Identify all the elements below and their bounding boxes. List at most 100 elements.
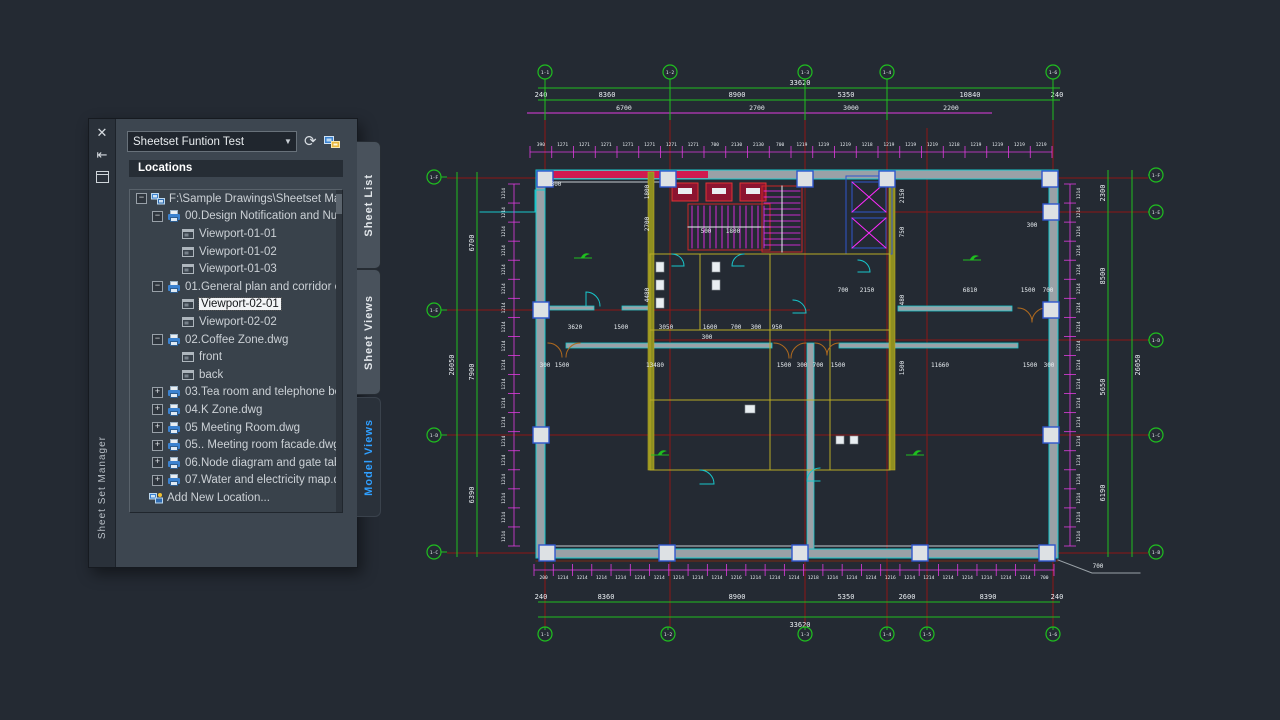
- tab-model-views[interactable]: Model Views: [357, 397, 381, 517]
- properties-icon[interactable]: [96, 171, 109, 183]
- svg-text:33620: 33620: [789, 79, 810, 87]
- svg-text:1214: 1214: [711, 575, 722, 581]
- tree-item[interactable]: +04.K Zone.dwg: [130, 401, 342, 419]
- svg-text:8390: 8390: [980, 593, 997, 601]
- tree-item[interactable]: +05 Meeting Room.dwg: [130, 419, 342, 437]
- tree-item-label: 00.Design Notification and Nur: [185, 210, 341, 222]
- tree-item[interactable]: Viewport-01-02: [130, 243, 342, 261]
- svg-text:1214: 1214: [557, 575, 568, 581]
- svg-text:6390: 6390: [468, 487, 476, 504]
- svg-text:700: 700: [776, 142, 785, 148]
- expand-icon[interactable]: +: [152, 457, 163, 468]
- svg-text:7900: 7900: [468, 364, 476, 381]
- import-sheetset-icon[interactable]: [324, 135, 340, 149]
- svg-text:1216: 1216: [731, 575, 742, 581]
- svg-text:6700: 6700: [616, 104, 632, 112]
- tree-item[interactable]: front: [130, 348, 342, 366]
- svg-text:300: 300: [1044, 362, 1055, 369]
- svg-text:1800: 1800: [644, 184, 651, 199]
- svg-text:1219: 1219: [1014, 142, 1025, 148]
- svg-text:6810: 6810: [963, 287, 978, 294]
- svg-text:700: 700: [1093, 563, 1104, 570]
- svg-text:1218: 1218: [808, 575, 819, 581]
- expand-icon[interactable]: +: [152, 440, 163, 451]
- sheet-icon: [167, 439, 181, 451]
- svg-text:1214: 1214: [1076, 264, 1082, 275]
- tree-item[interactable]: +05.. Meeting room facade.dwg: [130, 436, 342, 454]
- tree-item[interactable]: +07.Water and electricity map.d: [130, 472, 342, 490]
- chevron-down-icon[interactable]: ▼: [280, 137, 296, 146]
- tree-item[interactable]: back: [130, 366, 342, 384]
- svg-text:1214: 1214: [1076, 512, 1082, 523]
- tab-sheet-list[interactable]: Sheet List: [357, 141, 381, 269]
- tree-scrollbar-thumb[interactable]: [336, 194, 342, 214]
- collapse-icon[interactable]: −: [152, 211, 163, 222]
- svg-text:1271: 1271: [622, 142, 633, 148]
- sheetset-select-value: Sheetset Funtion Test: [128, 136, 280, 148]
- svg-text:1271: 1271: [644, 142, 655, 148]
- tree-item[interactable]: −01.General plan and corridor e: [130, 278, 342, 296]
- svg-text:950: 950: [772, 324, 783, 331]
- svg-text:200: 200: [539, 575, 548, 581]
- svg-text:1500: 1500: [777, 362, 792, 369]
- svg-text:300: 300: [540, 362, 551, 369]
- auto-hide-icon[interactable]: ⇤: [94, 147, 110, 163]
- svg-text:390: 390: [537, 142, 546, 148]
- svg-text:1214: 1214: [501, 493, 507, 504]
- collapse-icon[interactable]: −: [152, 281, 163, 292]
- svg-text:1-F: 1-F: [430, 175, 439, 181]
- svg-text:1500: 1500: [831, 362, 846, 369]
- tree-item[interactable]: − 00.Design Notification and Nur: [130, 208, 342, 226]
- collapse-icon[interactable]: −: [152, 334, 163, 345]
- expand-icon[interactable]: +: [152, 404, 163, 415]
- svg-text:1-3: 1-3: [801, 70, 810, 76]
- expand-icon[interactable]: +: [152, 475, 163, 486]
- svg-text:1214: 1214: [1076, 531, 1082, 542]
- tree-item[interactable]: −F:\Sample Drawings\Sheetset Mar: [130, 190, 342, 208]
- entrance-canopy: [480, 190, 545, 212]
- svg-text:1214: 1214: [1076, 397, 1082, 408]
- expand-icon[interactable]: +: [152, 387, 163, 398]
- tree-scrollbar[interactable]: [336, 190, 342, 512]
- tree-item[interactable]: Viewport-01-01: [130, 225, 342, 243]
- svg-text:1500: 1500: [1023, 362, 1038, 369]
- tree-item-label: 02.Coffee Zone.dwg: [185, 334, 288, 346]
- tree-item[interactable]: Add New Location...: [130, 489, 342, 507]
- viewport-icon: [181, 246, 195, 258]
- tree-item-label: 06.Node diagram and gate tab: [185, 457, 340, 469]
- svg-text:1-D: 1-D: [1152, 338, 1161, 344]
- svg-text:1214: 1214: [1076, 245, 1082, 256]
- svg-text:1214: 1214: [962, 575, 973, 581]
- svg-text:8360: 8360: [598, 593, 615, 601]
- refresh-icon[interactable]: ⟳: [304, 134, 317, 150]
- tree-item[interactable]: Viewport-02-02: [130, 313, 342, 331]
- sheet-icon: [167, 334, 181, 346]
- svg-text:1214: 1214: [846, 575, 857, 581]
- tree-item[interactable]: +06.Node diagram and gate tab: [130, 454, 342, 472]
- svg-text:1214: 1214: [769, 575, 780, 581]
- svg-text:1-B: 1-B: [1152, 550, 1161, 556]
- tab-label: Model Views: [363, 419, 375, 496]
- tree-item-label: Viewport-02-01: [199, 298, 281, 310]
- svg-text:1271: 1271: [666, 142, 677, 148]
- palette-tab-strip: Sheet ListSheet Views Model Views: [357, 119, 381, 567]
- tree-item[interactable]: Viewport-01-03: [130, 260, 342, 278]
- svg-text:1214: 1214: [501, 435, 507, 446]
- tree-item[interactable]: +03.Tea room and telephone bo: [130, 384, 342, 402]
- svg-text:1214: 1214: [1076, 435, 1082, 446]
- svg-text:2700: 2700: [749, 104, 765, 112]
- tree-item[interactable]: Viewport-02-01: [130, 296, 342, 314]
- svg-text:700: 700: [711, 142, 720, 148]
- svg-text:1219: 1219: [927, 142, 938, 148]
- sheetset-select[interactable]: Sheetset Funtion Test ▼: [127, 131, 297, 152]
- svg-text:1214: 1214: [615, 575, 626, 581]
- expand-icon[interactable]: +: [152, 422, 163, 433]
- viewport-icon: [181, 298, 195, 310]
- close-icon[interactable]: ✕: [94, 125, 110, 141]
- svg-text:1214: 1214: [1076, 359, 1082, 370]
- svg-text:8900: 8900: [729, 593, 746, 601]
- tab-sheet-views[interactable]: Sheet Views: [357, 269, 381, 395]
- svg-text:1218: 1218: [949, 142, 960, 148]
- tree-item[interactable]: − 02.Coffee Zone.dwg: [130, 331, 342, 349]
- collapse-icon[interactable]: −: [136, 193, 147, 204]
